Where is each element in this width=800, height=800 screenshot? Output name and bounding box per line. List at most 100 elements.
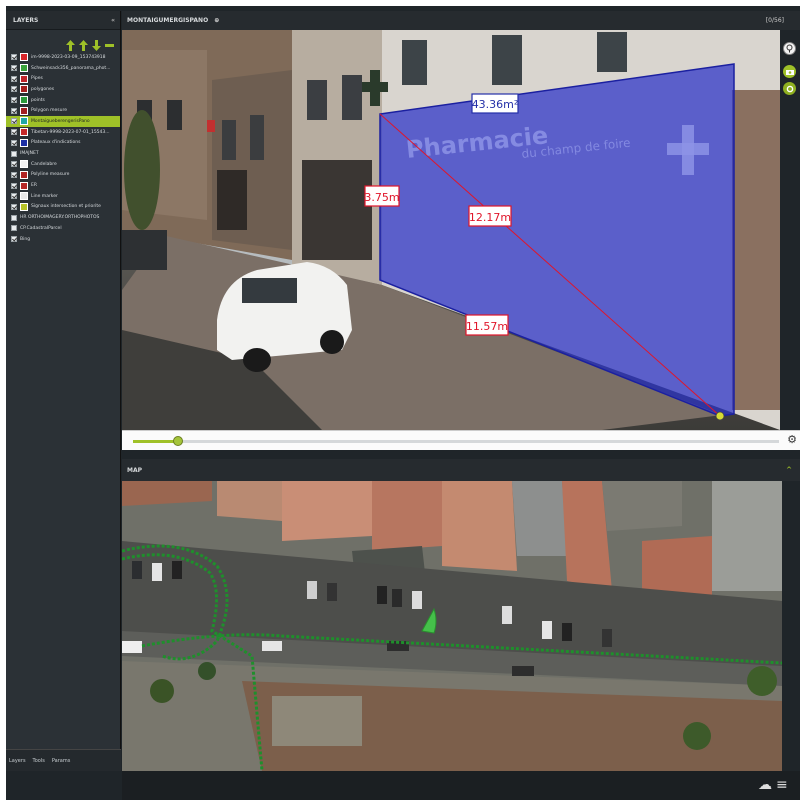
layer-checkbox[interactable] xyxy=(11,97,17,104)
move-down-icon[interactable] xyxy=(92,36,101,51)
slider-track[interactable] xyxy=(133,436,779,446)
map-view[interactable] xyxy=(122,481,782,771)
layer-symbol-icon xyxy=(20,202,28,211)
layer-label: Plateaux d'indications xyxy=(31,140,81,146)
layer-label: Candelabre xyxy=(31,161,57,167)
layer-label: im-9998-2023-03-09_153743918 xyxy=(31,54,106,60)
layer-symbol-icon xyxy=(20,96,28,105)
layer-checkbox[interactable] xyxy=(11,139,17,146)
width-measure-text: 11.57m xyxy=(466,320,508,333)
layer-symbol-icon xyxy=(20,106,28,115)
tab-params[interactable]: Params xyxy=(52,758,70,764)
link-icon[interactable]: ⊕ xyxy=(214,17,219,24)
measure-vertex[interactable] xyxy=(715,411,725,421)
camera-icon[interactable] xyxy=(783,65,796,78)
layer-item[interactable]: IMAJNET xyxy=(6,148,120,159)
layers-footer-tabs: Layers Tools Params xyxy=(6,749,121,771)
layer-item[interactable]: Bing xyxy=(6,234,120,245)
layer-symbol-icon xyxy=(20,170,28,179)
database-icon[interactable]: ≡ xyxy=(776,777,788,793)
layer-checkbox[interactable] xyxy=(11,214,17,221)
layer-symbol-icon xyxy=(20,53,28,62)
layer-item[interactable]: Candelabre xyxy=(6,159,120,170)
layer-label: Pipes xyxy=(31,76,43,82)
chevron-up-icon[interactable]: ^ xyxy=(786,466,792,474)
layer-item[interactable]: Schweinsack356_panorama_phot... xyxy=(6,63,120,74)
layer-checkbox[interactable] xyxy=(11,203,17,210)
layer-item[interactable]: Plateaux d'indications xyxy=(6,138,120,149)
satellite-map[interactable] xyxy=(122,481,782,771)
diagonal-label: 12.17m xyxy=(468,205,512,227)
layer-checkbox[interactable] xyxy=(11,129,17,136)
layer-item[interactable]: Pipes xyxy=(6,73,120,84)
layer-checkbox[interactable] xyxy=(11,75,17,82)
layer-label: points xyxy=(31,97,45,103)
diagonal-measure-text: 12.17m xyxy=(469,211,511,224)
layer-checkbox[interactable] xyxy=(11,193,17,200)
app-window: LAYERS « im-9998-2023-03-09_153743918 Sch… xyxy=(6,6,800,800)
layer-item[interactable]: ER xyxy=(6,180,120,191)
add-layer-icon[interactable] xyxy=(66,36,75,51)
pano-side-toolbar xyxy=(780,30,800,430)
height-label: 3.75m xyxy=(364,185,400,207)
layers-toolbar xyxy=(6,30,120,52)
tab-tools[interactable]: Tools xyxy=(33,758,45,764)
layer-symbol-icon xyxy=(20,85,28,94)
timeline-slider[interactable]: ⚙ xyxy=(122,430,800,450)
map-title: MAP xyxy=(127,466,143,474)
collapse-all-icon[interactable] xyxy=(105,36,114,47)
layer-item[interactable]: HR ORTHOIMAGERY.ORTHOPHOTOS xyxy=(6,212,120,223)
settings-icon[interactable] xyxy=(783,82,796,95)
layer-label: MontaigueberengerisPano xyxy=(31,118,90,124)
layer-label: Polyline measure xyxy=(31,172,70,178)
layer-item[interactable]: Polyline measure xyxy=(6,170,120,181)
layer-label: HR ORTHOIMAGERY.ORTHOPHOTOS xyxy=(20,215,100,221)
layer-label: polygones xyxy=(31,86,55,92)
pano-header: MONTAIGUMERGISPANO ⊕ [0/56] xyxy=(122,11,800,30)
layer-checkbox[interactable] xyxy=(11,161,17,168)
layer-item[interactable]: MontaigueberengerisPano xyxy=(6,116,120,127)
layer-checkbox[interactable] xyxy=(11,182,17,189)
panorama-view[interactable]: Pharmacie du champ de foire 43.36m² 3.75… xyxy=(122,30,780,430)
layer-checkbox[interactable] xyxy=(11,54,17,61)
layer-symbol-icon xyxy=(20,117,28,126)
layer-checkbox[interactable] xyxy=(11,171,17,178)
layer-list: im-9998-2023-03-09_153743918 Schweinsack3… xyxy=(6,52,120,244)
gear-icon[interactable]: ⚙ xyxy=(787,434,797,446)
info-icon[interactable] xyxy=(783,42,796,55)
layer-checkbox[interactable] xyxy=(11,118,17,125)
layer-item[interactable]: polygones xyxy=(6,84,120,95)
layer-label: Tibetan-9998-2023-07-01_15543... xyxy=(31,129,110,135)
layer-item[interactable]: Polygon mesure xyxy=(6,105,120,116)
layer-symbol-icon xyxy=(20,181,28,190)
layer-label: Bing xyxy=(20,236,31,242)
layer-checkbox[interactable] xyxy=(11,86,17,93)
layer-checkbox[interactable] xyxy=(11,236,17,243)
layer-item[interactable]: CP.CadastralParcel xyxy=(6,223,120,234)
layer-item[interactable]: Tibetan-9998-2023-07-01_15543... xyxy=(6,127,120,138)
layer-symbol-icon xyxy=(20,160,28,169)
layer-item[interactable]: im-9998-2023-03-09_153743918 xyxy=(6,52,120,63)
panorama-image[interactable]: Pharmacie du champ de foire 43.36m² 3.75… xyxy=(122,30,780,430)
slider-fill xyxy=(133,440,179,443)
map-header: MAP ^ xyxy=(122,459,800,481)
layer-item[interactable]: Signaux intersection et priorite xyxy=(6,202,120,213)
layer-label: IMAJNET xyxy=(20,151,39,157)
slider-handle[interactable] xyxy=(173,436,184,446)
area-measure-text: 43.36m² xyxy=(472,98,519,111)
layer-item[interactable]: Line marker xyxy=(6,191,120,202)
layer-checkbox[interactable] xyxy=(11,107,17,114)
layers-panel: LAYERS « im-9998-2023-03-09_153743918 Sch… xyxy=(6,11,121,771)
layers-title: LAYERS xyxy=(13,16,39,24)
layer-checkbox[interactable] xyxy=(11,150,17,157)
collapse-icon[interactable]: « xyxy=(111,17,115,24)
layer-item[interactable]: points xyxy=(6,95,120,106)
cloud-upload-icon[interactable]: ☁ xyxy=(758,777,772,793)
layer-checkbox[interactable] xyxy=(11,225,17,232)
move-up-icon[interactable] xyxy=(79,36,88,51)
tab-layers[interactable]: Layers xyxy=(9,758,26,764)
layer-checkbox[interactable] xyxy=(11,65,17,72)
layer-label: ER xyxy=(31,183,37,189)
area-label: 43.36m² xyxy=(471,93,519,114)
width-label: 11.57m xyxy=(465,314,509,336)
